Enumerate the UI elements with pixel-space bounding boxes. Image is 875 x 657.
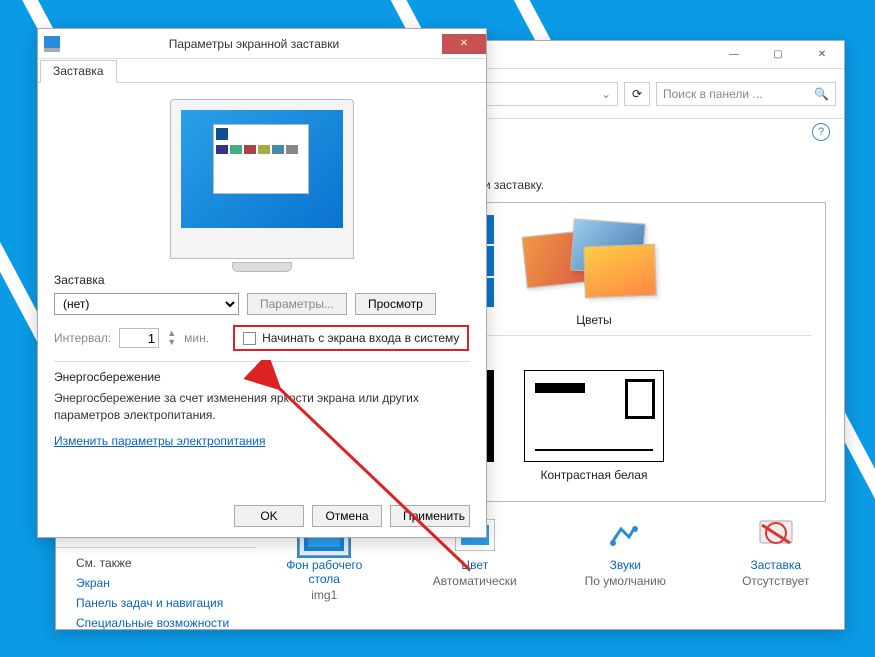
search-input[interactable]: Поиск в панели ... 🔍 bbox=[656, 82, 836, 106]
screensaver-icon bbox=[751, 514, 801, 556]
highlight-box: Начинать с экрана входа в систему bbox=[233, 325, 469, 351]
screensaver-dialog: Параметры экранной заставки ✕ Заставка З… bbox=[37, 28, 487, 538]
theme-label: Цветы bbox=[576, 313, 612, 327]
tab-screensaver[interactable]: Заставка bbox=[40, 60, 117, 83]
theme-label: Контрастная белая bbox=[541, 468, 648, 482]
help-icon[interactable]: ? bbox=[812, 123, 830, 141]
tile-title: Заставка bbox=[750, 558, 801, 572]
tile-sub: Отсутствует bbox=[742, 574, 809, 588]
preview-monitor bbox=[54, 99, 470, 259]
tile-title: Цвет bbox=[461, 558, 488, 572]
settings-button[interactable]: Параметры... bbox=[247, 293, 347, 315]
screensaver-select[interactable]: (нет) bbox=[54, 293, 239, 315]
energy-heading: Энергосбережение bbox=[54, 370, 470, 384]
titlebar: Параметры экранной заставки ✕ bbox=[38, 29, 486, 59]
tile-sub: img1 bbox=[311, 588, 337, 602]
close-button[interactable]: ✕ bbox=[800, 45, 844, 65]
interval-spinner[interactable] bbox=[119, 328, 159, 348]
tile-title: Звуки bbox=[610, 558, 641, 572]
search-icon: 🔍 bbox=[814, 87, 829, 101]
theme-tile-hc-white[interactable]: Контрастная белая bbox=[529, 370, 659, 482]
cancel-button[interactable]: Отмена bbox=[312, 505, 382, 527]
checkbox-label: Начинать с экрана входа в систему bbox=[262, 331, 459, 345]
refresh-button[interactable]: ⟳ bbox=[624, 82, 650, 106]
tile-title: Фон рабочего стола bbox=[274, 558, 375, 586]
sidebar-item-display[interactable]: Экран bbox=[76, 576, 244, 590]
minimize-button[interactable]: — bbox=[712, 45, 756, 65]
see-also-heading: См. также bbox=[76, 556, 244, 570]
power-settings-link[interactable]: Изменить параметры электропитания bbox=[54, 434, 265, 448]
theme-tile-flowers[interactable]: Цветы bbox=[529, 215, 659, 327]
sounds-icon bbox=[600, 514, 650, 556]
preview-button[interactable]: Просмотр bbox=[355, 293, 436, 315]
maximize-button[interactable]: ▢ bbox=[756, 45, 800, 65]
search-placeholder: Поиск в панели ... bbox=[663, 87, 762, 101]
sidebar-item-accessibility[interactable]: Специальные возможности bbox=[76, 616, 244, 630]
tile-screensaver[interactable]: Заставка Отсутствует bbox=[726, 514, 827, 602]
sidebar-item-taskbar[interactable]: Панель задач и навигация bbox=[76, 596, 244, 610]
interval-label: Интервал: bbox=[54, 331, 111, 345]
tile-sub: Автоматически bbox=[433, 574, 517, 588]
window-title: Параметры экранной заставки bbox=[66, 37, 442, 51]
energy-text: Энергосбережение за счет изменения яркос… bbox=[54, 390, 470, 424]
apply-button[interactable]: Применить bbox=[390, 505, 470, 527]
on-resume-checkbox[interactable] bbox=[243, 332, 256, 345]
tile-sounds[interactable]: Звуки По умолчанию bbox=[575, 514, 676, 602]
close-button[interactable]: ✕ bbox=[442, 34, 486, 54]
ok-button[interactable]: OK bbox=[234, 505, 304, 527]
interval-unit: мин. bbox=[184, 331, 209, 345]
tile-sub: По умолчанию bbox=[585, 574, 666, 588]
window-icon bbox=[44, 36, 60, 52]
screensaver-label: Заставка bbox=[54, 273, 470, 287]
